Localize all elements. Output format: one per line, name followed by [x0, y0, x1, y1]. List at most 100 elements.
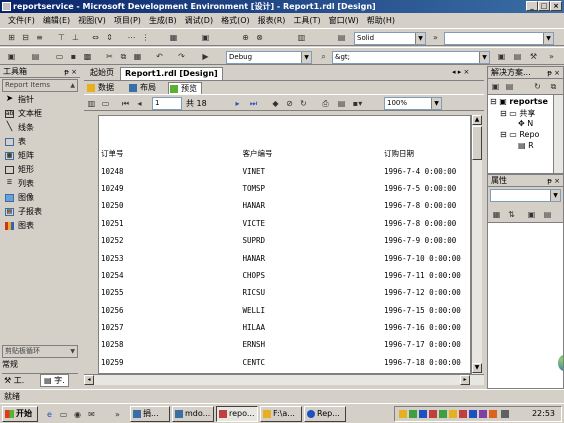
same-height-icon[interactable]: ⇕ — [104, 32, 115, 43]
toolbox-item-list[interactable]: ☰ 列表 — [0, 177, 80, 191]
pin-close-icon[interactable]: ᵽ × — [64, 66, 77, 78]
refresh-icon[interactable]: ↻ — [532, 81, 543, 92]
tray-icon[interactable] — [419, 410, 427, 418]
tree-node-report1[interactable]: ▤ R — [518, 141, 534, 150]
scroll-thumb[interactable] — [472, 126, 482, 160]
clipboard-ring-group[interactable]: 剪贴板循环 ▼ — [2, 345, 78, 358]
tray-icon[interactable] — [479, 410, 487, 418]
tray-icon[interactable] — [409, 410, 417, 418]
menu-debug[interactable]: 调试(D) — [181, 13, 217, 28]
toolbox-icon[interactable]: ⚒ — [528, 51, 539, 62]
align-middle-icon[interactable]: ⊥ — [70, 32, 81, 43]
zoom-select[interactable]: 100% ▼ — [384, 97, 442, 110]
align-center-icon[interactable]: ⊟ — [20, 32, 31, 43]
scroll-right-icon[interactable]: ▸ — [460, 375, 470, 385]
tab-preview[interactable]: 预览 — [168, 82, 202, 94]
toolbox-item-line[interactable]: ╲ 线条 — [0, 121, 80, 135]
show-all-icon[interactable]: ▤ — [504, 81, 515, 92]
scroll-left-icon[interactable]: ◂ — [84, 375, 94, 385]
menu-help[interactable]: 帮助(H) — [363, 13, 399, 28]
toolbox-group[interactable]: Report Items ▲ — [2, 79, 78, 92]
tab-server-explorer[interactable]: ▤ 字. — [40, 374, 69, 387]
tree-node-solution[interactable]: ⊟ ▣ reportse — [490, 97, 548, 106]
copy-icon[interactable]: ⧉ — [118, 51, 129, 62]
tab-data[interactable]: 数据 — [86, 82, 114, 94]
tray-icon[interactable] — [439, 410, 447, 418]
open-icon[interactable]: ▭ — [54, 51, 65, 62]
tab-toolbox[interactable]: ⚒ 工. — [4, 375, 24, 386]
page-number-input[interactable]: 1 — [152, 97, 182, 110]
border-color-icon[interactable]: ▥ — [296, 32, 307, 43]
object-select[interactable]: ▼ — [490, 189, 561, 202]
task-1[interactable]: 捐... — [130, 406, 170, 422]
center-h-icon[interactable]: ⊕ — [240, 32, 251, 43]
toolbox-item-rectangle[interactable]: 矩形 — [0, 163, 80, 177]
tray-icon[interactable] — [469, 410, 477, 418]
menu-build[interactable]: 生成(B) — [145, 13, 181, 28]
toolbox-item-image[interactable]: 图像 — [0, 191, 80, 205]
find-input[interactable]: &gt; ▼ — [332, 51, 490, 64]
next-page-icon[interactable]: ▸ — [232, 98, 243, 109]
media-icon[interactable]: ◉ — [72, 409, 83, 420]
ie-icon[interactable]: e — [44, 409, 55, 420]
properties-icon[interactable]: ▣ — [490, 81, 501, 92]
menu-view[interactable]: 视图(V) — [74, 13, 110, 28]
align-right-icon[interactable]: ≡ — [34, 32, 45, 43]
task-2[interactable]: mdo... — [172, 406, 214, 422]
clock[interactable]: 22:53 — [532, 407, 555, 421]
tab-layout[interactable]: 布局 — [128, 82, 156, 94]
scroll-down-icon[interactable]: ▼ — [472, 363, 482, 373]
tab-report1-design[interactable]: Report1.rdl [Design] — [120, 67, 223, 80]
tray-icon[interactable] — [449, 410, 457, 418]
pin-close-icon[interactable]: ᵽ × — [547, 175, 560, 187]
h-spacing-icon[interactable]: ⋯ — [126, 32, 137, 43]
cut-icon[interactable]: ✂ — [104, 51, 115, 62]
align-top-icon[interactable]: ⊤ — [56, 32, 67, 43]
new-project-icon[interactable]: ▣ — [6, 51, 17, 62]
last-page-icon[interactable]: ⏭ — [248, 98, 259, 109]
menu-report[interactable]: 报表(R) — [254, 13, 290, 28]
menu-format[interactable]: 格式(O) — [217, 13, 254, 28]
tree-node-reports[interactable]: ⊟ ▭ Repo — [500, 130, 539, 139]
config-select[interactable]: Debug ▼ — [226, 51, 312, 64]
document-map-icon[interactable]: ▥ — [86, 98, 97, 109]
save-icon[interactable]: ▪ — [68, 51, 79, 62]
property-pages-icon[interactable]: ▤ — [542, 209, 553, 220]
alphabetical-icon[interactable]: ⇅ — [506, 209, 517, 220]
save-all-icon[interactable]: ▩ — [82, 51, 93, 62]
toolbox-item-pointer[interactable]: ➤ 指针 — [0, 93, 80, 107]
horizontal-scrollbar[interactable]: ◂ ▸ — [84, 374, 484, 385]
tab-start-page[interactable]: 起始页 — [86, 67, 118, 80]
align-left-icon[interactable]: ⊞ — [6, 32, 17, 43]
vertical-scrollbar[interactable]: ▲ ▼ — [471, 115, 482, 374]
outlook-icon[interactable]: ✉ — [86, 409, 97, 420]
redo-icon[interactable]: ↷ — [176, 51, 187, 62]
tray-icon[interactable] — [399, 410, 407, 418]
same-width-icon[interactable]: ⇔ — [90, 32, 101, 43]
font-select[interactable]: ▼ — [444, 32, 554, 45]
maximize-button[interactable]: □ — [538, 1, 550, 11]
undo-icon[interactable]: ↶ — [154, 51, 165, 62]
menu-file[interactable]: 文件(F) — [4, 13, 39, 28]
tree-node-datasource[interactable]: ✥ N — [518, 119, 533, 128]
first-page-icon[interactable]: ⏮ — [120, 98, 131, 109]
print-layout-icon[interactable]: ▤ — [336, 98, 347, 109]
close-button[interactable]: × — [550, 1, 562, 11]
scroll-up-icon[interactable]: ▲ — [472, 115, 482, 125]
properties-icon[interactable]: ▣ — [526, 209, 537, 220]
minimize-button[interactable]: _ — [526, 1, 538, 11]
solution-explorer-icon[interactable]: ▣ — [496, 51, 507, 62]
border-width-icon[interactable]: ▤ — [336, 32, 347, 43]
add-item-icon[interactable]: ▤ — [30, 51, 41, 62]
border-style-select[interactable]: Solid ▼ — [354, 32, 426, 45]
v-spacing-icon[interactable]: ⋮ — [140, 32, 151, 43]
toolbox-item-textbox[interactable]: ab 文本框 — [0, 107, 80, 121]
tree-node-shared[interactable]: ⊟ ▭ 共享 — [500, 108, 535, 119]
tray-icon[interactable] — [429, 410, 437, 418]
back-icon[interactable]: ◆ — [270, 98, 281, 109]
task-5[interactable]: Rep... — [304, 406, 346, 422]
toolbox-item-matrix[interactable]: ▦ 矩阵 — [0, 149, 80, 163]
task-3[interactable]: repo... — [216, 406, 258, 422]
previous-page-icon[interactable]: ◂ — [134, 98, 145, 109]
toolbox-item-chart[interactable]: 图表 — [0, 219, 80, 233]
